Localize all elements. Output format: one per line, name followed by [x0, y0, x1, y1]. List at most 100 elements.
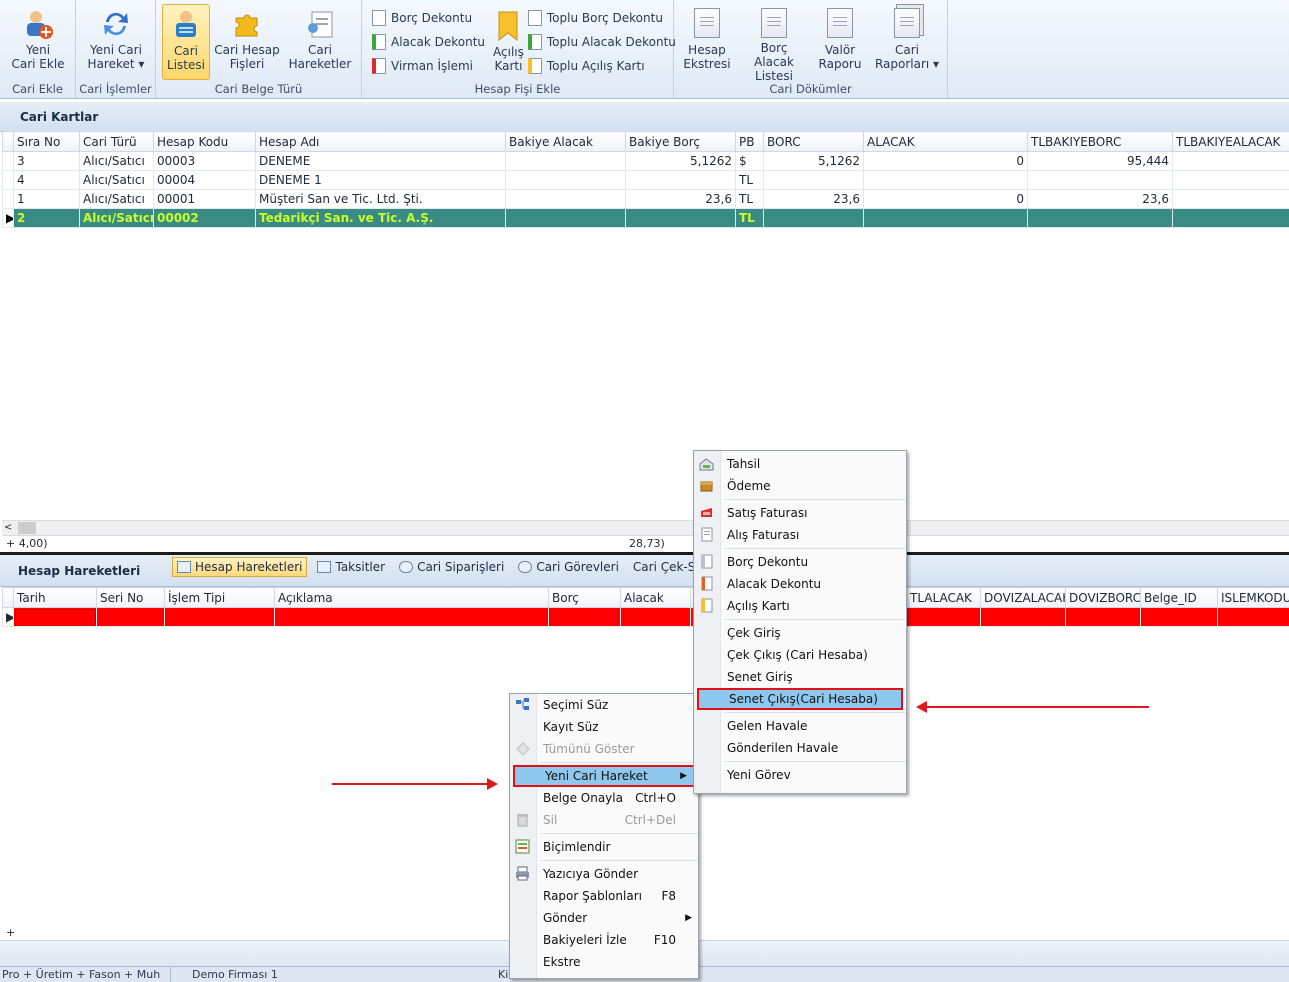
scroll-thumb[interactable] [18, 522, 36, 534]
col-aciklama[interactable]: Açıklama [274, 587, 549, 608]
menu-item-yeni-cari-hareket[interactable]: Yeni Cari Hareket ▶ [513, 765, 695, 787]
borc-dekontu-button[interactable]: Borç Dekontu [362, 6, 493, 30]
col-pb[interactable]: PB [735, 131, 764, 152]
submenu-item-senet-cikis[interactable]: Senet Çıkış(Cari Hesaba) [697, 688, 903, 710]
col-hesap-kodu[interactable]: Hesap Kodu [153, 131, 256, 152]
submenu-item-acilis-karti[interactable]: Açılış Kartı [694, 595, 906, 617]
yeni-cari-ekle-button[interactable]: Yeni Cari Ekle [3, 4, 73, 80]
virman-islemi-button[interactable]: Virman İşlemi [362, 54, 493, 78]
submenu-item-gonderilen-havale[interactable]: Gönderilen Havale [694, 737, 906, 759]
cell[interactable] [164, 607, 275, 627]
submenu-item-tahsil[interactable]: Tahsil [694, 453, 906, 475]
col-borc[interactable]: BORC [763, 131, 864, 152]
submenu-item-borc-dekontu[interactable]: Borç Dekontu [694, 551, 906, 573]
valor-raporu-button[interactable]: Valör Raporu [808, 4, 872, 80]
submenu-item-alacak-dekontu[interactable]: Alacak Dekontu [694, 573, 906, 595]
cell[interactable] [620, 607, 691, 627]
menu-item-ekstre[interactable]: Ekstre [510, 951, 698, 973]
submenu-item-satis-faturasi[interactable]: Satış Faturası [694, 502, 906, 524]
menu-label: Gönderilen Havale [727, 741, 839, 755]
submenu-item-cek-giris[interactable]: Çek Giriş [694, 622, 906, 644]
col-sira-no[interactable]: Sıra No [13, 131, 80, 152]
menu-item-gonder[interactable]: Gönder ▶ [510, 907, 698, 929]
col-islem-tipi[interactable]: İşlem Tipi [164, 587, 275, 608]
table-row[interactable]: 1 Alıcı/Satıcı 00001 Müşteri San ve Tic.… [2, 189, 1289, 209]
col-islemkodu[interactable]: ISLEMKODU [1217, 587, 1289, 608]
col-cari-turu[interactable]: Cari Türü [79, 131, 154, 152]
cell[interactable] [906, 607, 981, 627]
toplu-acilis-karti-button[interactable]: Toplu Açılış Kartı [524, 54, 684, 78]
col-tarih[interactable]: Tarih [13, 587, 97, 608]
tab-cari-gorevleri[interactable]: Cari Görevleri [514, 557, 623, 577]
cell[interactable] [274, 607, 549, 627]
menu-item-belge-onayla[interactable]: Belge Onayla Ctrl+O [510, 787, 698, 809]
menu-item-tumunu-goster[interactable]: Tümünü Göster [510, 738, 698, 760]
col-hesap-adi[interactable]: Hesap Adı [255, 131, 506, 152]
col-alacak[interactable]: ALACAK [863, 131, 1028, 152]
col-dovizalacak[interactable]: DOVIZALACAK [980, 587, 1066, 608]
col-tlbakiyealacak[interactable]: TLBAKIYEALACAK [1172, 131, 1289, 152]
purchase-invoice-icon [699, 527, 714, 542]
submenu-item-gelen-havale[interactable]: Gelen Havale [694, 715, 906, 737]
bottom-add-icon[interactable]: + [6, 926, 15, 939]
cari-hareketler-button[interactable]: Cari Hareketler [284, 4, 356, 80]
col-dovizborc[interactable]: DOVIZBORC [1065, 587, 1141, 608]
toplu-alacak-dekontu-button[interactable]: Toplu Alacak Dekontu [524, 30, 684, 54]
col-borc[interactable]: Borç [548, 587, 621, 608]
col-belge-id[interactable]: Belge_ID [1140, 587, 1218, 608]
submenu-item-yeni-gorev[interactable]: Yeni Görev [694, 764, 906, 786]
col-alacak[interactable]: Alacak [620, 587, 691, 608]
cell[interactable] [13, 607, 97, 627]
cell[interactable] [1140, 607, 1218, 627]
hesap-ekstresi-button[interactable]: Hesap Ekstresi [674, 4, 740, 80]
menu-item-yaziciya-gonder[interactable]: Yazıcıya Gönder [510, 863, 698, 885]
menu-item-bakiyeleri-izle[interactable]: Bakiyeleri İzle F10 [510, 929, 698, 951]
alacak-dekontu-button[interactable]: Alacak Dekontu [362, 30, 493, 54]
status-modules: Pro + Üretim + Fason + Muh [2, 968, 161, 981]
cell: $ [735, 151, 764, 171]
cell[interactable] [1065, 607, 1141, 627]
tab-taksitler[interactable]: Taksitler [313, 557, 389, 577]
ribbon: Yeni Cari Ekle Cari Ekle Yeni Cari Harek… [0, 0, 1289, 99]
toplu-borc-dekontu-button[interactable]: Toplu Borç Dekontu [524, 6, 684, 30]
cell: 23,6 [763, 189, 864, 209]
tab-hesap-hareketleri[interactable]: Hesap Hareketleri [172, 557, 308, 577]
submenu-item-senet-giris[interactable]: Senet Giriş [694, 666, 906, 688]
yeni-cari-ekle-label: Yeni Cari Ekle [11, 43, 65, 71]
col-bakiye-borc[interactable]: Bakiye Borç [625, 131, 736, 152]
menu-item-kayit-suz[interactable]: Kayıt Süz [510, 716, 698, 738]
cell[interactable] [1217, 607, 1289, 627]
doc-red-icon [699, 576, 714, 591]
cari-hesap-fisleri-button[interactable]: Cari Hesap Fişleri [210, 4, 284, 80]
menu-item-rapor-sablonlari[interactable]: Rapor Şablonları F8 [510, 885, 698, 907]
col-tlalacak[interactable]: TLALACAK [906, 587, 981, 608]
col-seri-no[interactable]: Seri No [96, 587, 165, 608]
cari-listesi-button[interactable]: Cari Listesi [162, 4, 210, 80]
menu-item-secimi-suz[interactable]: Seçimi Süz [510, 694, 698, 716]
cari-raporlari-button[interactable]: Cari Raporları ▾ [872, 4, 942, 80]
cell[interactable] [548, 607, 621, 627]
cell[interactable] [96, 607, 165, 627]
cell[interactable] [980, 607, 1066, 627]
cell [505, 151, 626, 171]
scroll-left-icon[interactable]: < [4, 522, 12, 533]
table-row-selected[interactable]: ▶ 2 Alıcı/Satıcı 00002 Tedarikçi San. ve… [2, 208, 1289, 228]
group-label-cari-islemler: Cari İşlemler [79, 82, 152, 96]
submenu-item-alis-faturasi[interactable]: Alış Faturası [694, 524, 906, 546]
table-row-new[interactable]: ▶ [2, 607, 1289, 627]
doc-green-icon [527, 34, 542, 50]
submenu-item-cek-cikis[interactable]: Çek Çıkış (Cari Hesaba) [694, 644, 906, 666]
tab-cari-siparisleri[interactable]: Cari Siparişleri [395, 557, 508, 577]
table-row[interactable]: 4 Alıcı/Satıcı 00004 DENEME 1 TL [2, 170, 1289, 190]
borc-alacak-listesi-button[interactable]: Borç Alacak Listesi [740, 4, 808, 83]
menu-item-sil[interactable]: Sil Ctrl+Del [510, 809, 698, 831]
toplu-alacak-dekontu-label: Toplu Alacak Dekontu [546, 35, 676, 49]
submenu-item-odeme[interactable]: Ödeme [694, 475, 906, 497]
horizontal-scrollbar[interactable]: < [2, 520, 1289, 535]
col-tlbakiyeborc[interactable]: TLBAKIYEBORC [1027, 131, 1173, 152]
col-bakiye-alacak[interactable]: Bakiye Alacak [505, 131, 626, 152]
menu-item-bicimlendir[interactable]: Biçimlendir [510, 836, 698, 858]
table-row[interactable]: 3 Alıcı/Satıcı 00003 DENEME 5,1262 $ 5,1… [2, 151, 1289, 171]
yeni-cari-hareket-button[interactable]: Yeni Cari Hareket ▾ [81, 4, 151, 80]
acilis-karti-button[interactable]: Açılış Kartı [493, 6, 524, 82]
